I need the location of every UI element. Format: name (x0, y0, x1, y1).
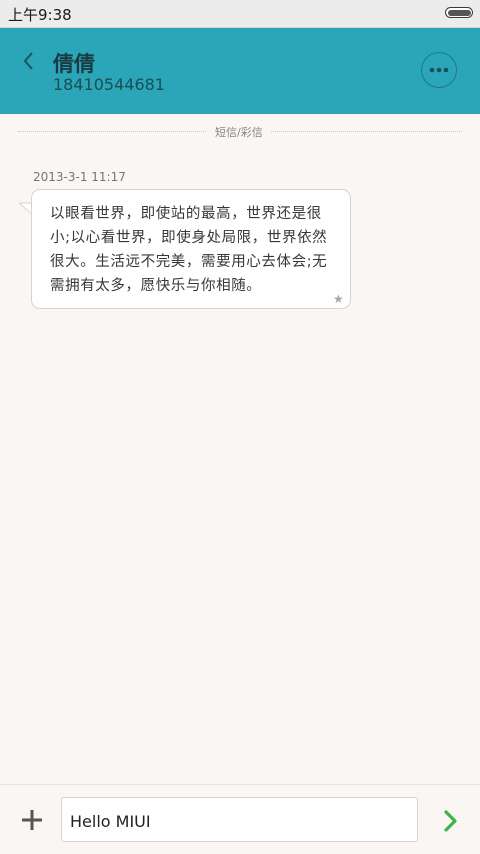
message-line: 很大。生活远不完美，需要用心去体会;无 (50, 254, 328, 270)
message-timestamp: 2013-3-1 11:17 (33, 170, 126, 184)
contact-name: 倩倩 (53, 52, 95, 76)
status-bar: 上午9:38 (0, 0, 480, 28)
conversation-header: 倩倩 18410544681 (0, 28, 480, 114)
status-time: 上午9:38 (8, 6, 72, 24)
more-dots-icon[interactable] (421, 52, 457, 88)
battery-icon (445, 7, 473, 18)
message-line: 以眼看世界，即使站的最高，世界还是很 (50, 206, 322, 222)
contact-number: 18410544681 (53, 75, 165, 94)
message-type-label: 短信/彩信 (207, 124, 271, 140)
message-text: 以眼看世界，即使站的最高，世界还是很 小;以心看世界，即使身处局限，世界依然 很… (50, 202, 340, 298)
back-chevron-icon[interactable] (14, 46, 44, 76)
message-line: 需拥有太多，愿快乐与你相随。 (50, 278, 262, 294)
message-line: 小;以心看世界，即使身处局限，世界依然 (50, 230, 328, 246)
star-icon[interactable]: ★ (333, 292, 344, 306)
message-input-value: Hello MIUI (70, 812, 151, 831)
plus-icon[interactable] (20, 808, 44, 832)
send-arrow-icon[interactable] (438, 808, 462, 834)
